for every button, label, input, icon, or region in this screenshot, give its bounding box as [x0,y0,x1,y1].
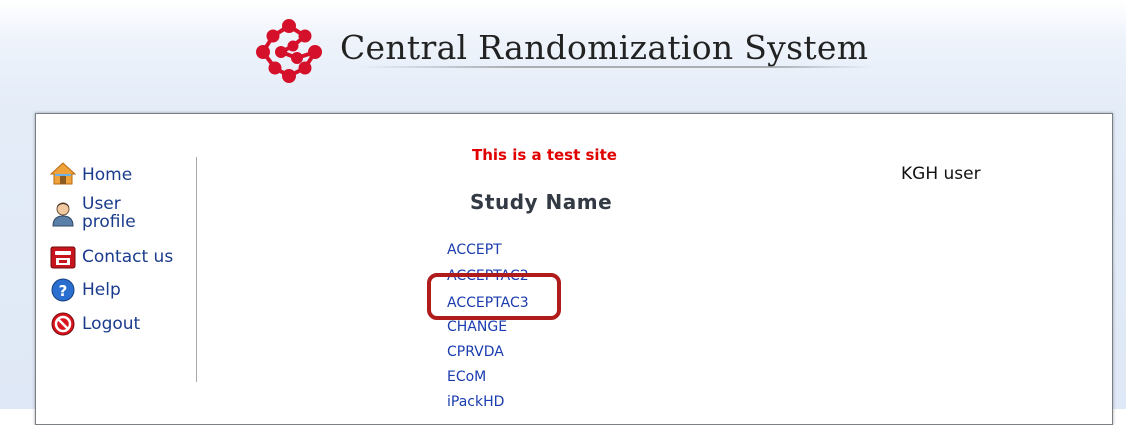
title-underline [356,66,874,68]
sidebar-item-label: Logout [82,314,141,334]
sidebar-item-logout[interactable]: Logout [50,311,140,337]
study-name-heading: Study Name [470,190,613,214]
app-title: Central Randomization System [340,28,869,67]
home-icon [50,162,76,185]
logout-icon [51,312,75,336]
sidebar-item-help[interactable]: ? Help [50,277,121,303]
svg-text:?: ? [59,282,68,300]
sidebar-item-label: Help [82,280,121,300]
current-user: KGH user [901,164,981,184]
red-network-logo [256,19,322,83]
study-link-ipackhd[interactable]: iPackHD [447,394,504,410]
highlight-annotation [427,273,561,320]
help-icon: ? [51,278,75,302]
test-site-notice: This is a test site [472,146,617,164]
sidebar-item-contact-us[interactable]: Contact us [50,244,173,270]
study-link-ecom[interactable]: ECoM [447,369,486,385]
sidebar-item-user-profile[interactable]: User profile [50,195,136,231]
sidebar-divider [196,157,197,382]
sidebar-item-label: User profile [82,194,136,232]
sidebar-item-label: Home [82,165,133,185]
study-link-cprvda[interactable]: CPRVDA [447,344,504,360]
study-link-accept[interactable]: ACCEPT [447,242,502,258]
user-icon [52,202,74,227]
study-link-change[interactable]: CHANGE [447,319,507,335]
header: Central Randomization System [0,0,1126,110]
sidebar-item-home[interactable]: Home [50,161,132,187]
phone-icon [50,246,76,269]
sidebar-item-label: Contact us [82,247,174,267]
